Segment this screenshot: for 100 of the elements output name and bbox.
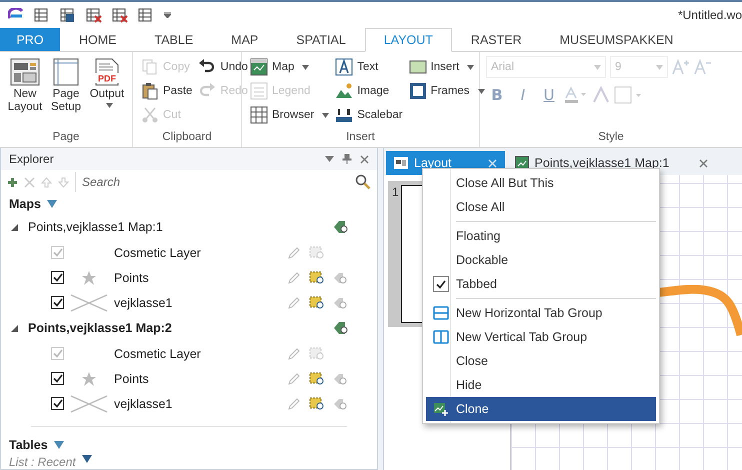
group-label: Page [52,131,80,145]
clipboard-icon [141,82,159,100]
star-icon [81,270,97,286]
table-icon [250,106,268,124]
caret-icon [467,64,474,70]
caret-icon [594,64,601,70]
layer-label-icon[interactable] [333,296,347,310]
layer-checkbox[interactable] [51,271,64,284]
close-table-icon[interactable] [112,7,128,23]
app-logo-icon[interactable] [8,8,24,22]
ribbon-button[interactable]: Image [333,80,405,102]
menu-item[interactable]: Close All [426,195,656,219]
section-heading: Maps [9,197,41,211]
font-color-icon[interactable] [564,86,588,104]
menu-item[interactable]: Dockable [426,248,656,272]
layer-control-icon[interactable] [333,321,349,335]
customize-caret-icon[interactable] [164,12,171,18]
caret-icon [302,64,310,70]
legend-icon [250,82,268,100]
caret-icon [478,88,485,94]
caret-icon [106,103,112,108]
menu-item[interactable]: Close [426,349,656,373]
text-frame-icon [335,58,354,76]
layout-icon [10,58,40,86]
horizontal-split-icon [433,306,449,320]
search-icon[interactable] [355,174,371,190]
caret-icon [322,112,330,118]
expand-arrow-icon[interactable] [11,224,18,230]
menu-item[interactable]: New Vertical Tab Group [426,325,656,349]
scissors-icon [141,106,159,124]
page-number: 1 [392,185,399,201]
ribbon-tab[interactable]: SPATIAL [277,28,365,51]
menu-item[interactable]: Clone [426,397,656,421]
triangle-down-icon[interactable] [54,441,64,449]
layer-label-icon[interactable] [333,372,347,386]
ribbon-tab[interactable]: TABLE [136,28,212,51]
ribbon-button[interactable]: Undo [196,56,250,78]
triangle-down-icon[interactable] [46,200,57,208]
ribbon-button[interactable]: Browser [248,104,332,126]
ribbon-tab[interactable]: RASTER [452,28,541,51]
group-label: Insert [345,131,376,145]
ribbon-tab[interactable]: HOME [60,28,136,51]
selectable-icon[interactable] [309,296,325,310]
app-menu-tab[interactable]: PRO [0,28,60,51]
list-filter[interactable]: List : Recent [9,455,76,469]
add-icon[interactable] [7,176,18,188]
layer-checkbox[interactable] [51,397,64,410]
layer-name[interactable]: vejklasse1 [114,296,287,310]
line-style-icon [69,292,109,312]
layer-checkbox[interactable] [51,372,64,385]
layer-label-icon[interactable] [333,396,347,410]
rectangle-icon [408,58,427,76]
caret-icon [656,64,663,70]
ribbon-button[interactable]: PDF Output [88,56,126,131]
map-icon [250,58,268,76]
ribbon-button[interactable]: New Layout [6,56,44,131]
expand-arrow-icon[interactable] [11,324,18,332]
clone-map-icon [433,402,449,416]
menu-item[interactable]: New Horizontal Tab Group [426,301,656,325]
layer-control-icon[interactable] [333,220,349,234]
image-icon [335,82,354,100]
ribbon-button[interactable]: Page Setup [48,56,84,131]
map-name[interactable]: Points,vejklasse1 Map:1 [28,220,333,234]
close-icon[interactable] [699,158,708,168]
window-title: *Untitled.wo [678,8,742,22]
triangle-down-icon[interactable] [82,455,92,463]
ribbon-tab[interactable]: MAP [212,28,278,51]
menu-item[interactable]: Tabbed [426,272,656,296]
selectable-icon[interactable] [309,372,325,386]
selectable-icon[interactable] [309,396,325,410]
layout-icon [394,157,408,169]
search-field[interactable]: Search [80,174,355,190]
pin-icon[interactable] [342,154,352,164]
layer-checkbox[interactable] [51,296,64,309]
table-icon[interactable] [34,7,50,23]
ribbon-tab[interactable]: MUSEUMSPAKKEN [540,28,692,51]
ribbon-button[interactable]: Insert [406,56,487,78]
ribbon-button[interactable]: Scalebar [333,104,405,126]
layer-label-icon[interactable] [333,270,347,284]
layer-name[interactable]: Points [114,270,287,284]
ribbon-button[interactable]: Frames [406,80,487,102]
frame-icon [408,82,427,100]
ribbon-tab[interactable]: LAYOUT [364,28,452,52]
line-style-icon [69,394,109,414]
dropdown-icon[interactable] [325,156,334,162]
ribbon-button[interactable]: Map [248,56,332,78]
menu-item[interactable]: Hide [426,373,656,397]
layer-name[interactable]: Points [114,372,287,386]
menu-item[interactable]: Floating [426,224,656,248]
section-heading: Tables [9,438,48,452]
group-label: Clipboard [161,131,213,145]
scalebar-icon [335,106,354,124]
ribbon-button[interactable]: Paste [139,80,194,102]
selectable-icon[interactable] [309,270,325,284]
layer-name[interactable]: vejklasse1 [114,396,287,410]
close-table-icon[interactable] [86,7,102,23]
map-name[interactable]: Points,vejklasse1 Map:2 [28,321,333,335]
ribbon-button[interactable]: Text [333,56,405,78]
star-icon [81,370,97,386]
close-icon[interactable] [360,154,369,164]
